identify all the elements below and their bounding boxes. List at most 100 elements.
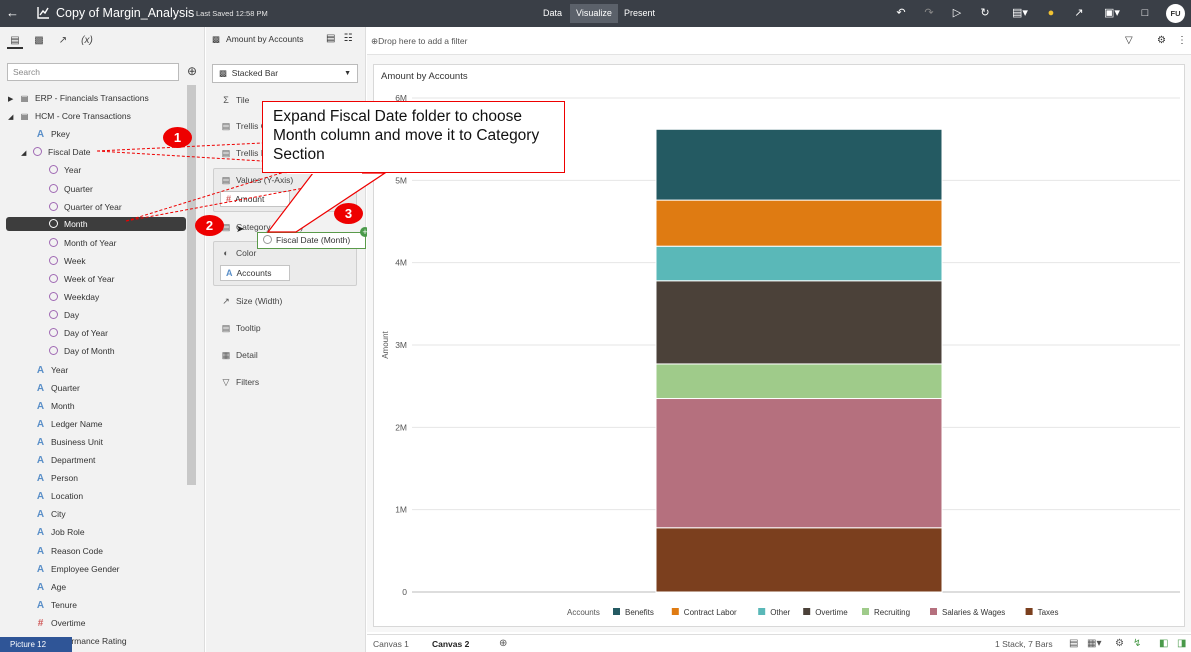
tab-canvas-1[interactable]: Canvas 1 (373, 639, 409, 649)
measure-item-overtime[interactable]: # Overtime (34, 614, 86, 632)
attribute-icon: A (36, 599, 45, 611)
tab-canvas-2[interactable]: Canvas 2 (432, 639, 469, 649)
time-item-year[interactable]: Year (47, 161, 81, 179)
dragged-fiscal-date-month-pill[interactable]: Fiscal Date (Month) + (257, 227, 370, 249)
subject-area-hcm-core-transactions[interactable]: ◢ ▤ HCM - Core Transactions (8, 107, 131, 125)
auto-apply-icon[interactable]: ↯ (1133, 638, 1141, 649)
play-icon[interactable]: ▷ (950, 6, 964, 20)
attribute-item-reason-code[interactable]: A Reason Code (34, 542, 103, 560)
legend-swatch (613, 608, 620, 615)
add-canvas-icon[interactable]: ⊕ (499, 638, 507, 649)
grammar-icon[interactable]: ☷ (344, 33, 353, 44)
attribute-item-year[interactable]: A Year (34, 361, 68, 379)
accounts-pill[interactable]: A Accounts (220, 265, 290, 281)
filters-section[interactable]: ▽ Filters (220, 375, 260, 389)
step-2-badge: 2 (195, 215, 224, 236)
time-item-month[interactable]: Month (6, 216, 186, 231)
tile-section[interactable]: Σ Tile (220, 93, 249, 107)
redo-icon[interactable]: ↷ (922, 6, 936, 20)
undo-icon[interactable]: ↶ (894, 6, 908, 20)
scrollbar[interactable] (187, 85, 196, 485)
lightbulb-icon[interactable]: ● (1044, 6, 1058, 20)
tree-item-label: Day of Year (64, 328, 108, 339)
y-tick-label: 2M (395, 422, 407, 432)
time-item-week-of-year[interactable]: Week of Year (47, 270, 114, 288)
time-item-quarter-of-year[interactable]: Quarter of Year (47, 198, 122, 216)
attribute-item-job-role[interactable]: A Job Role (34, 523, 85, 541)
trellis-columns-section[interactable]: ▤ Trellis C (220, 119, 267, 133)
left-panel-toggle-icon[interactable]: ◧ (1159, 638, 1168, 649)
filter-drop-zone[interactable]: ⊕Drop here to add a filter (371, 36, 467, 47)
attribute-item-person[interactable]: A Person (34, 469, 78, 487)
attribute-item-employee-gender[interactable]: A Employee Gender (34, 560, 120, 578)
time-item-week[interactable]: Week (47, 252, 86, 270)
attribute-item-city[interactable]: A City (34, 505, 66, 523)
bar-segment (655, 398, 943, 529)
attribute-item-pkey[interactable]: A Pkey (34, 125, 70, 143)
folder-fiscal-date[interactable]: ◢ Fiscal Date (21, 143, 91, 161)
bookmark-icon[interactable]: □ (1138, 6, 1152, 20)
time-item-day[interactable]: Day (47, 306, 79, 324)
detail-section[interactable]: ▦ Detail (220, 348, 258, 362)
layout-icon[interactable]: ▤ (1069, 638, 1078, 649)
more-options-icon[interactable]: ⋮ (1177, 35, 1187, 46)
attribute-icon: A (36, 129, 45, 141)
tile-label: Tile (236, 95, 250, 105)
time-item-day-of-year[interactable]: Day of Year (47, 324, 108, 342)
back-arrow-icon[interactable]: ← (6, 5, 19, 20)
tree-item-label: Location (51, 491, 84, 502)
subject-area-erp-financials-transactions[interactable]: ▶ ▤ ERP - Financials Transactions (8, 89, 149, 107)
attribute-item-age[interactable]: A Age (34, 578, 66, 596)
tab-visualize[interactable]: Visualize (570, 4, 618, 23)
tooltip-section[interactable]: ▤ Tooltip (220, 321, 261, 335)
attribute-icon: A (36, 455, 45, 466)
tree-item-label: Reason Code (51, 545, 103, 556)
tree-item-label: Fiscal Date (48, 147, 91, 158)
size-section[interactable]: ↗ Size (Width) (220, 294, 282, 308)
present-icon[interactable]: ⚙ (1115, 638, 1124, 649)
refresh-data-icon[interactable]: ↻ (978, 6, 992, 20)
amount-pill[interactable]: # Amount (220, 191, 290, 207)
measure-icon: # (37, 617, 44, 629)
legend-label: Recruiting (874, 608, 910, 617)
caret-down-icon[interactable]: ◢ (8, 109, 18, 127)
values-drop-zone[interactable]: ▤ Values (Y-Axis) # Amount (213, 168, 357, 212)
attribute-item-month[interactable]: A Month (34, 397, 75, 415)
search-input[interactable] (7, 63, 179, 81)
add-data-icon[interactable]: ⊕ (185, 64, 199, 78)
properties-icon[interactable]: ▤ (326, 33, 335, 44)
filter-funnel-icon[interactable]: ▽ (1125, 35, 1133, 46)
analytics-tab-icon[interactable]: ↗ (55, 33, 71, 49)
bar-segment (655, 363, 943, 400)
time-item-month-of-year[interactable]: Month of Year (47, 234, 116, 252)
attribute-item-department[interactable]: A Department (34, 451, 96, 469)
attribute-item-tenure[interactable]: A Tenure (34, 596, 77, 614)
grid-menu-icon[interactable]: ▦▾ (1087, 638, 1101, 649)
trellis-rows-section[interactable]: ▤ Trellis I (220, 146, 263, 160)
data-tab-icon[interactable]: ▤ (7, 33, 23, 49)
right-panel-toggle-icon[interactable]: ◨ (1177, 638, 1186, 649)
tab-present[interactable]: Present (618, 4, 661, 23)
amount-pill-label: Amount (235, 194, 265, 204)
workbook-title: Copy of Margin_Analysis (56, 6, 195, 20)
tab-data[interactable]: Data (537, 4, 568, 23)
user-avatar[interactable]: FU (1166, 4, 1185, 23)
attribute-item-quarter[interactable]: A Quarter (34, 379, 80, 397)
time-item-weekday[interactable]: Weekday (47, 288, 99, 306)
chart-type-select[interactable]: ▩ Stacked Bar ▼ (212, 64, 358, 83)
save-menu-icon[interactable]: ▣▾ (1100, 6, 1124, 20)
calculations-tab-icon[interactable]: (x) (79, 33, 95, 49)
comment-menu-icon[interactable]: ▤▾ (1008, 6, 1032, 20)
legend-swatch (803, 608, 811, 615)
time-item-quarter[interactable]: Quarter (47, 180, 93, 198)
attribute-item-location[interactable]: A Location (34, 487, 83, 505)
settings-icon[interactable]: ⚙ (1157, 35, 1166, 46)
attribute-item-business-unit[interactable]: A Business Unit (34, 433, 103, 451)
attribute-item-ledger-name[interactable]: A Ledger Name (34, 415, 103, 433)
export-icon[interactable]: ↗ (1072, 6, 1086, 20)
time-item-day-of-month[interactable]: Day of Month (47, 342, 115, 360)
filter-bar[interactable]: ⊕Drop here to add a filter ▽ ⚙ ⋮ (367, 27, 1191, 55)
y-tick-label: 0 (402, 587, 407, 597)
visualizations-tab-icon[interactable]: ▩ (31, 33, 47, 49)
caret-down-icon[interactable]: ◢ (21, 145, 31, 163)
